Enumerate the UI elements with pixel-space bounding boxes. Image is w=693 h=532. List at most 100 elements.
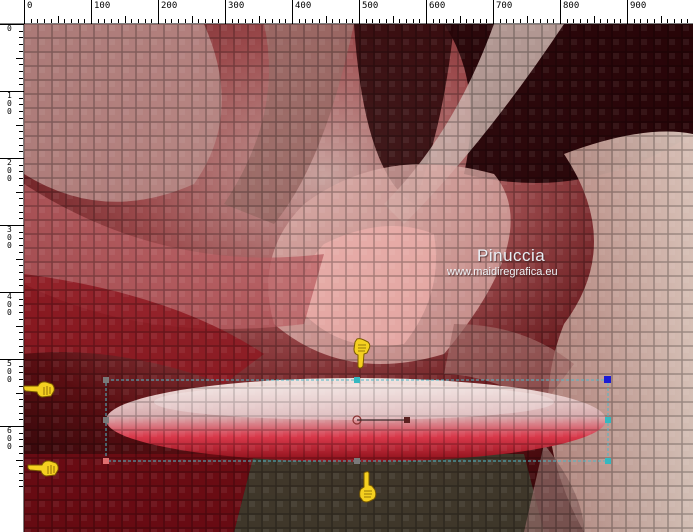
ruler-minor-tick [19, 312, 23, 314]
ruler-minor-tick [218, 19, 220, 23]
ruler-tick: 0 [24, 0, 32, 24]
handle-bottom-center[interactable] [354, 458, 360, 464]
ruler-minor-tick [19, 144, 23, 146]
ruler-minor-tick [446, 19, 448, 23]
ruler-minor-tick [16, 57, 23, 59]
ruler-minor-tick [265, 19, 267, 23]
ruler-tick-label: 5 0 0 [7, 359, 12, 384]
ruler-minor-tick [318, 19, 320, 23]
ruler-minor-tick [19, 318, 23, 320]
ruler-minor-tick [19, 251, 23, 253]
ruler-minor-tick [673, 19, 675, 23]
ruler-minor-tick [412, 19, 414, 23]
ruler-tick: 600 [426, 0, 445, 24]
ruler-minor-tick [680, 19, 682, 23]
ruler-minor-tick [613, 19, 615, 23]
ruler-minor-tick [19, 265, 23, 267]
ruler-minor-tick [19, 151, 23, 153]
ruler-minor-tick [19, 111, 23, 113]
ellipse-shape[interactable] [106, 378, 606, 462]
handle-middle-right[interactable] [605, 417, 611, 423]
ruler-minor-tick [19, 278, 23, 280]
ruler-tick-label: 0 [7, 24, 12, 33]
artwork [24, 24, 693, 532]
ruler-minor-tick [19, 432, 23, 434]
ruler-minor-tick [687, 19, 689, 23]
ruler-minor-tick [164, 19, 166, 23]
ruler-minor-tick [526, 16, 528, 23]
ruler-tick-label: 0 [27, 1, 33, 11]
ruler-minor-tick [539, 19, 541, 23]
rotation-handle[interactable] [404, 417, 410, 423]
ruler-minor-tick [19, 245, 23, 247]
ruler-tick-label: 1 0 0 [7, 91, 12, 116]
ruler-minor-tick [385, 19, 387, 23]
ruler-minor-tick [19, 104, 23, 106]
vertical-ruler[interactable]: 0 1 0 0 2 0 0 3 0 0 4 0 0 5 0 0 6 0 0 [0, 24, 24, 532]
ruler-minor-tick [19, 211, 23, 213]
ruler-tick: 1 0 0 [0, 91, 24, 116]
ruler-minor-tick [97, 19, 99, 23]
ruler-minor-tick [117, 19, 119, 23]
ruler-minor-tick [16, 124, 23, 126]
ruler-minor-tick [178, 19, 180, 23]
ruler-minor-tick [19, 372, 23, 374]
ruler-minor-tick [338, 19, 340, 23]
ruler-minor-tick [111, 19, 113, 23]
ruler-minor-tick [486, 19, 488, 23]
ruler-tick: 400 [292, 0, 311, 24]
ruler-minor-tick [19, 184, 23, 186]
ruler-tick-label: 200 [161, 1, 178, 11]
ruler-minor-tick [566, 19, 568, 23]
ruler-minor-tick [70, 19, 72, 23]
ruler-tick-label: 700 [496, 1, 513, 11]
ruler-minor-tick [546, 19, 548, 23]
ruler-minor-tick [19, 30, 23, 32]
ruler-minor-tick [19, 231, 23, 233]
ruler-minor-tick [50, 19, 52, 23]
ruler-minor-tick [399, 19, 401, 23]
ruler-tick: 200 [158, 0, 177, 24]
ruler-minor-tick [667, 19, 669, 23]
ruler-tick-label: 6 0 0 [7, 426, 12, 451]
ruler-minor-tick [19, 486, 23, 488]
handle-middle-left[interactable] [103, 417, 109, 423]
ruler-minor-tick [379, 19, 381, 23]
ruler-minor-tick [124, 16, 126, 23]
ruler-minor-tick [19, 419, 23, 421]
ruler-minor-tick [258, 16, 260, 23]
ruler-minor-tick [312, 19, 314, 23]
ruler-minor-tick [19, 466, 23, 468]
ruler-minor-tick [19, 305, 23, 307]
ruler-minor-tick [19, 365, 23, 367]
handle-bottom-left[interactable] [103, 458, 109, 464]
ruler-minor-tick [439, 19, 441, 23]
ruler-minor-tick [647, 19, 649, 23]
ruler-minor-tick [580, 19, 582, 23]
ruler-tick-label: 600 [429, 1, 446, 11]
ruler-minor-tick [278, 19, 280, 23]
horizontal-ruler[interactable]: 0 100 200 300 400 500 600 700 800 900 [0, 0, 693, 24]
image-canvas[interactable] [24, 24, 693, 532]
ruler-minor-tick [19, 64, 23, 66]
ruler-tick-label: 4 0 0 [7, 292, 12, 317]
ruler-minor-tick [19, 238, 23, 240]
ruler-minor-tick [19, 37, 23, 39]
ruler-minor-tick [211, 19, 213, 23]
ruler-minor-tick [271, 19, 273, 23]
handle-top-left[interactable] [103, 377, 109, 383]
ruler-minor-tick [57, 16, 59, 23]
ruler-tick: 300 [225, 0, 244, 24]
ruler-minor-tick [104, 19, 106, 23]
ruler-minor-tick [352, 19, 354, 23]
ruler-minor-tick [171, 19, 173, 23]
ruler-minor-tick [144, 19, 146, 23]
ruler-minor-tick [405, 19, 407, 23]
ruler-minor-tick [44, 19, 46, 23]
ruler-tick: 2 0 0 [0, 158, 24, 183]
ruler-minor-tick [452, 19, 454, 23]
handle-top-right[interactable] [604, 376, 611, 383]
handle-bottom-right[interactable] [605, 458, 611, 464]
handle-top-center[interactable] [354, 377, 360, 383]
ruler-minor-tick [19, 137, 23, 139]
